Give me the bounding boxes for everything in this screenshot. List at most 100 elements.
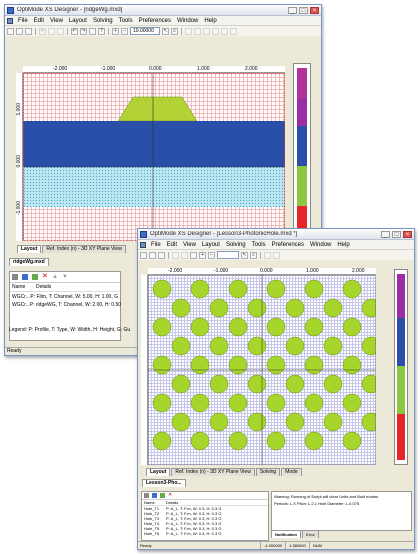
tab-notification[interactable]: Notification [271,530,301,538]
menu-item[interactable]: Layout [66,18,90,24]
cut-icon[interactable] [172,251,179,259]
properties-icon[interactable] [152,493,157,498]
list-icon[interactable] [12,274,18,280]
tab-document[interactable]: ridgeWg.mxd [9,258,49,266]
photonic-hole[interactable] [323,374,343,394]
photonic-hole[interactable] [266,355,286,375]
align-icon[interactable] [264,251,271,259]
menu-item[interactable]: Preferences [136,18,174,24]
menu-item[interactable]: Window [307,242,334,248]
menu-item[interactable]: Edit [31,18,47,24]
tab-ref-index[interactable]: Ref. Index (n) - 3D XY Plane View [42,245,126,253]
delete-icon[interactable]: ✕ [168,493,173,498]
zoom-select[interactable]: 10.00000 [130,27,160,35]
menu-item[interactable]: Window [174,18,201,24]
photonic-hole[interactable] [152,279,172,299]
photonic-hole[interactable] [209,374,229,394]
minimize-button[interactable]: _ [288,6,297,14]
photonic-hole[interactable] [342,393,362,413]
menu-item[interactable]: Help [334,242,352,248]
photonic-hole[interactable] [342,355,362,375]
cut-icon[interactable]: ✂ [39,27,46,35]
align-left-icon[interactable] [185,27,192,35]
photonic-hole[interactable] [171,374,191,394]
photonic-hole[interactable] [285,412,305,432]
photonic-hole[interactable] [323,336,343,356]
magnifier-icon[interactable]: ⌕ [171,27,178,35]
photonic-hole[interactable] [152,431,172,451]
photonic-hole[interactable] [190,431,210,451]
close-button[interactable]: × [310,6,319,14]
menu-item[interactable]: Solving [223,242,249,248]
photonic-hole[interactable] [247,412,267,432]
photonic-hole[interactable] [247,336,267,356]
open-folder-icon[interactable] [16,27,23,35]
photonic-hole[interactable] [266,279,286,299]
zoom-in-icon[interactable]: + [112,27,119,35]
photonic-hole[interactable] [190,355,210,375]
table-row[interactable]: WGCr... P: Film, T: Channel, W: 5.00, H:… [12,293,118,301]
ungroup-icon[interactable] [230,27,237,35]
photonic-hole[interactable] [266,393,286,413]
photonic-hole[interactable] [171,336,191,356]
photonic-hole[interactable] [209,336,229,356]
magnifier-icon[interactable]: ⌕ [250,251,257,259]
photonic-hole[interactable] [304,317,324,337]
print-icon[interactable] [89,27,96,35]
photonic-hole[interactable] [304,393,324,413]
photonic-hole[interactable] [247,374,267,394]
layout-canvas[interactable] [148,275,376,465]
photonic-hole[interactable] [323,298,343,318]
photonic-hole[interactable] [190,279,210,299]
tab-solving[interactable]: Solving [255,468,281,476]
photonic-hole[interactable] [228,431,248,451]
tab-ref-index[interactable]: Ref. Index (n) - 3D XY Plane View [171,468,255,476]
menu-item[interactable]: Layout [199,242,223,248]
photonic-hole[interactable] [361,298,376,318]
photonic-hole[interactable] [361,336,376,356]
menu-item[interactable]: File [15,18,31,24]
photonic-hole[interactable] [304,355,324,375]
undo-icon[interactable]: ↶ [71,27,78,35]
zoom-out-icon[interactable]: − [121,27,128,35]
menu-item[interactable]: Tools [116,18,136,24]
table-row[interactable]: WGCr... P: ridgeWG, T: Channel, W: 2.00,… [12,301,121,309]
tab-document[interactable]: Lesson3-Pho... [142,479,186,487]
tab-error[interactable]: Error [302,530,319,538]
photonic-hole[interactable] [228,279,248,299]
menu-item[interactable]: View [47,18,66,24]
maximize-button[interactable]: □ [392,230,401,238]
menu-item[interactable]: Help [201,18,219,24]
layout-canvas[interactable] [23,73,285,241]
distribute-icon[interactable] [212,27,219,35]
menu-item[interactable]: Tools [249,242,269,248]
photonic-hole[interactable] [190,317,210,337]
photonic-hole[interactable] [152,355,172,375]
photonic-hole[interactable] [247,298,267,318]
save-icon[interactable] [158,251,165,259]
delete-icon[interactable]: ✕ [42,273,48,280]
photonic-hole[interactable] [228,393,248,413]
paste-icon[interactable] [57,27,64,35]
menu-item[interactable]: File [148,242,164,248]
maximize-button[interactable]: □ [299,6,308,14]
minimize-button[interactable]: _ [381,230,390,238]
title-bar[interactable]: OptiMode XS Designer - [Lesson3-Photonic… [138,229,414,240]
help-icon[interactable]: ? [98,27,105,35]
photonic-hole[interactable] [171,412,191,432]
photonic-hole[interactable] [361,374,376,394]
photonic-hole[interactable] [361,412,376,432]
undo-icon[interactable] [190,251,197,259]
zoom-select[interactable] [217,251,239,259]
photonic-hole[interactable] [209,298,229,318]
photonic-hole[interactable] [342,279,362,299]
menu-item[interactable]: Solving [90,18,116,24]
photonic-hole[interactable] [209,412,229,432]
redo-icon[interactable]: ↷ [80,27,87,35]
photonic-hole[interactable] [266,317,286,337]
menu-item[interactable]: Preferences [269,242,307,248]
title-bar[interactable]: OptiMode XS Designer - [ridgeWg.mxd] _ □… [5,5,321,16]
pointer-icon[interactable]: ↖ [162,27,169,35]
photonic-hole[interactable] [304,431,324,451]
menu-item[interactable]: Edit [164,242,180,248]
